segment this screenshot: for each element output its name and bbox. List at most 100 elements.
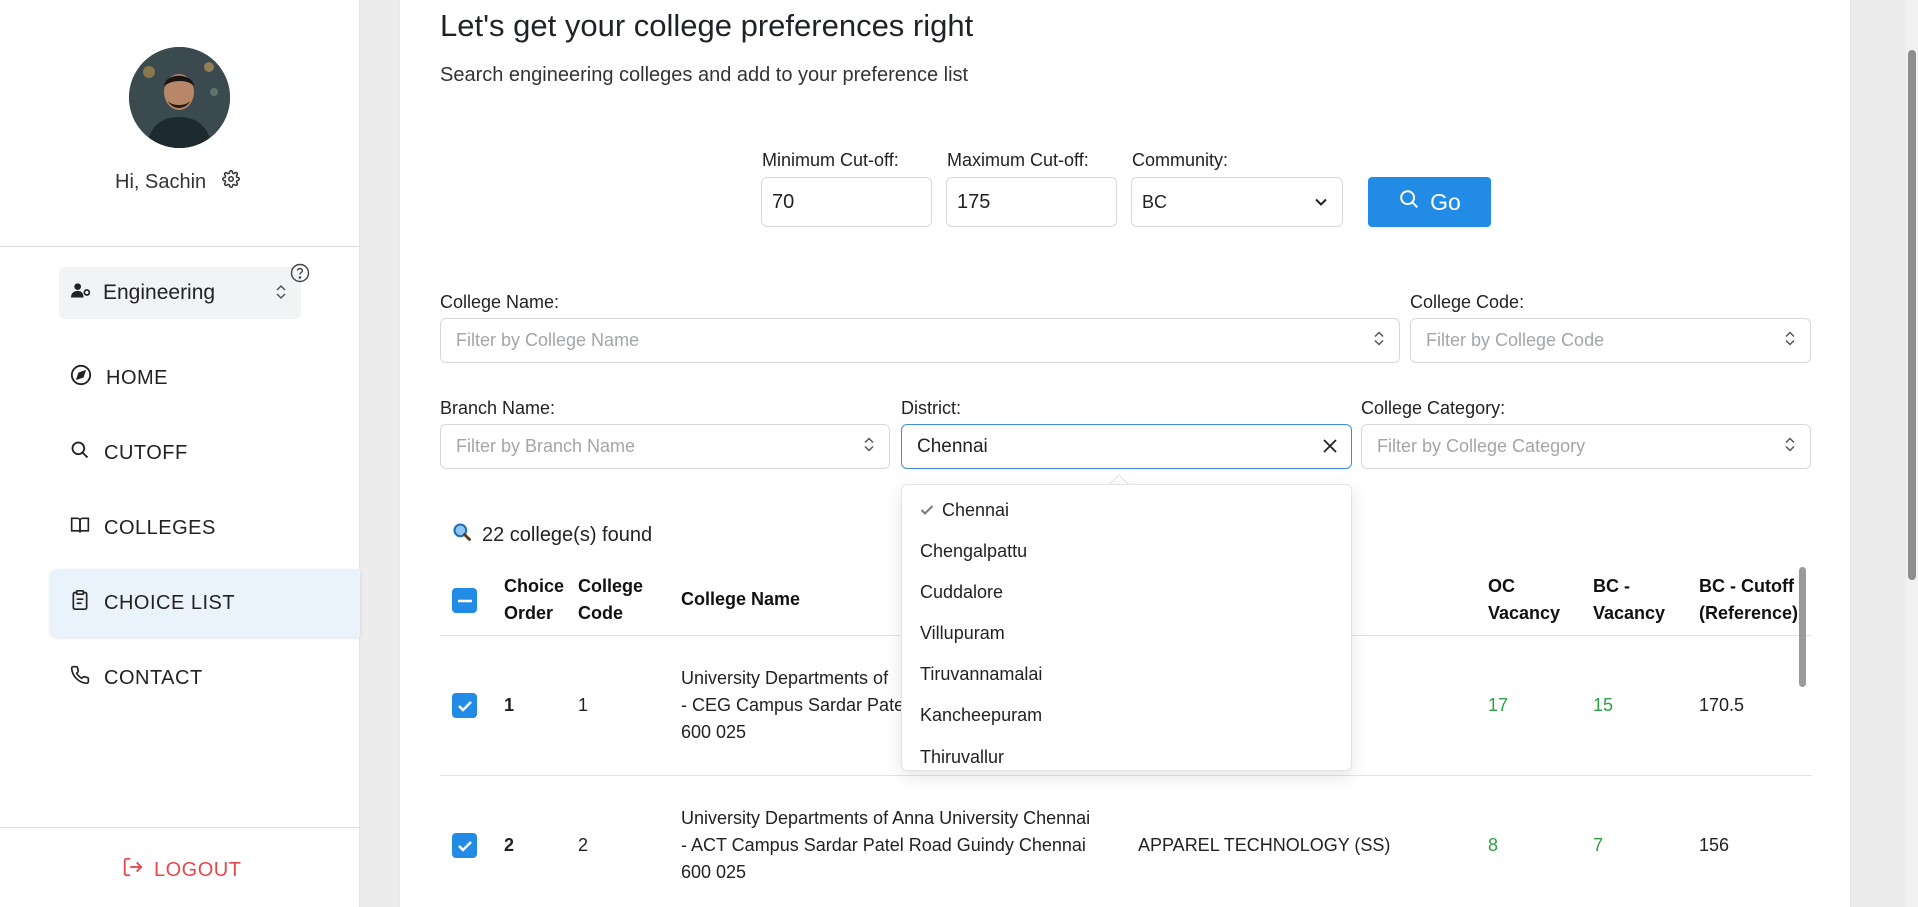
clipboard-icon xyxy=(70,589,90,617)
compass-icon xyxy=(70,364,92,392)
max-cutoff-label: Maximum Cut-off: xyxy=(947,150,1089,170)
close-icon[interactable] xyxy=(1321,437,1339,461)
community-label: Community: xyxy=(1132,150,1229,170)
branch-name-filter[interactable]: Filter by Branch Name xyxy=(440,424,890,469)
college-category-label: College Category: xyxy=(1361,398,1506,418)
branch-name-placeholder: Filter by Branch Name xyxy=(456,436,636,456)
header-text: College xyxy=(578,576,644,596)
min-cutoff-label: Minimum Cut-off: xyxy=(762,150,899,170)
sidebar-item-contact[interactable]: CONTACT xyxy=(50,644,360,712)
search-icon xyxy=(1398,188,1420,216)
row-checkbox[interactable] xyxy=(452,693,477,718)
cell-college-code: 2 xyxy=(578,835,589,855)
dropdown-option[interactable]: Cuddalore xyxy=(920,582,1003,603)
header-choice-order[interactable]: Choice Order xyxy=(504,573,564,627)
header-bc-vacancy[interactable]: BC - Vacancy xyxy=(1593,573,1665,627)
dropdown-option[interactable]: Thiruvallur xyxy=(920,747,1004,768)
chevron-updown-icon xyxy=(275,282,287,308)
search-icon xyxy=(70,440,90,466)
header-text: Order xyxy=(504,603,554,623)
book-icon xyxy=(70,515,90,541)
college-code-label: College Code: xyxy=(1410,292,1525,312)
cell-choice-order: 1 xyxy=(504,695,515,715)
dropdown-option-selected[interactable]: Chennai xyxy=(920,500,1009,521)
sidebar-bottom-divider xyxy=(0,827,360,828)
cell-bc-cutoff: 156 xyxy=(1699,835,1730,855)
sidebar-item-cutoff[interactable]: CUTOFF xyxy=(50,419,360,487)
dropdown-option[interactable]: Kancheepuram xyxy=(920,705,1042,726)
logout-button[interactable]: LOGOUT xyxy=(122,856,241,884)
chevron-updown-icon xyxy=(1373,329,1385,352)
college-code-filter[interactable]: Filter by College Code xyxy=(1410,318,1811,363)
chevron-updown-icon xyxy=(1784,435,1796,458)
cell-college-name: University Departments of Anna Universit… xyxy=(681,805,1090,886)
row-checkbox[interactable] xyxy=(452,833,477,858)
district-value: Chennai xyxy=(917,435,988,457)
results-count: 22 college(s) found xyxy=(452,522,652,548)
dropdown-option[interactable]: Chengalpattu xyxy=(920,541,1027,562)
greeting-text: Hi, Sachin xyxy=(115,170,207,193)
college-name-placeholder: Filter by College Name xyxy=(456,330,640,350)
header-oc-vacancy[interactable]: OC Vacancy xyxy=(1488,573,1560,627)
magnifier-icon xyxy=(452,522,472,548)
dropdown-option[interactable]: Villupuram xyxy=(920,623,1005,644)
go-button[interactable]: Go xyxy=(1368,177,1491,227)
select-all-checkbox[interactable] xyxy=(452,588,477,613)
phone-icon xyxy=(70,665,90,691)
college-code-placeholder: Filter by College Code xyxy=(1426,330,1605,350)
header-text: BC - Cutoff xyxy=(1699,576,1794,596)
district-dropdown: Chennai Chengalpattu Cuddalore Villupura… xyxy=(901,484,1352,771)
community-value: BC xyxy=(1142,191,1168,212)
stream-label: Engineering xyxy=(103,281,216,304)
header-text: OC xyxy=(1488,576,1515,596)
main-panel: Let's get your college preferences right… xyxy=(399,0,1851,907)
cell-line: 600 025 xyxy=(681,722,747,742)
gear-icon[interactable] xyxy=(222,170,241,194)
sidebar: Hi, Sachin Engineering HOME CUTOFF COLLE… xyxy=(0,0,360,907)
table-scrollbar[interactable] xyxy=(1799,567,1806,687)
sidebar-item-label: CHOICE LIST xyxy=(104,591,236,614)
cell-choice-order: 2 xyxy=(504,835,515,855)
avatar[interactable] xyxy=(129,47,230,148)
stream-select[interactable]: Engineering xyxy=(59,267,301,319)
logout-icon xyxy=(122,856,144,884)
header-text: Code xyxy=(578,603,623,623)
district-filter[interactable]: Chennai xyxy=(901,424,1352,469)
cell-college-code: 1 xyxy=(578,695,589,715)
header-text: BC - xyxy=(1593,576,1630,596)
greeting: Hi, Sachin xyxy=(115,170,241,194)
help-icon[interactable] xyxy=(290,263,310,288)
page-scrollbar-thumb[interactable] xyxy=(1908,50,1916,580)
chevron-down-icon xyxy=(1314,192,1328,213)
header-text: Vacancy xyxy=(1488,603,1561,623)
header-text: Choice xyxy=(504,576,565,596)
dropdown-option[interactable]: Tiruvannamalai xyxy=(920,664,1042,685)
header-college-name[interactable]: College Name xyxy=(681,586,800,613)
college-category-placeholder: Filter by College Category xyxy=(1377,436,1586,456)
cell-line: University Departments of Anna Universit… xyxy=(681,808,1091,828)
min-cutoff-input[interactable]: 70 xyxy=(761,177,932,227)
sidebar-item-home[interactable]: HOME xyxy=(50,344,360,412)
check-icon xyxy=(920,500,934,521)
max-cutoff-input[interactable]: 175 xyxy=(946,177,1117,227)
college-name-label: College Name: xyxy=(440,292,560,312)
sidebar-item-choice-list[interactable]: CHOICE LIST xyxy=(50,569,360,637)
table-row-divider xyxy=(440,775,1812,776)
header-text: Vacancy xyxy=(1593,603,1666,623)
cell-line: - CEG Campus Sardar Pate xyxy=(681,695,905,715)
college-name-filter[interactable]: Filter by College Name xyxy=(440,318,1400,363)
cell-branch-name: APPAREL TECHNOLOGY (SS) xyxy=(1138,835,1391,855)
page-subtitle: Search engineering colleges and add to y… xyxy=(440,64,969,86)
cell-line: University Departments of xyxy=(681,668,889,688)
college-category-filter[interactable]: Filter by College Category xyxy=(1361,424,1811,469)
cell-line: - ACT Campus Sardar Patel Road Guindy Ch… xyxy=(681,835,1086,855)
district-label: District: xyxy=(901,398,961,418)
community-select[interactable]: BC xyxy=(1131,177,1343,227)
header-college-code[interactable]: College Code xyxy=(578,573,643,627)
header-bc-cutoff[interactable]: BC - Cutoff (Reference) xyxy=(1699,573,1798,627)
sidebar-item-label: HOME xyxy=(106,366,168,389)
sidebar-item-label: COLLEGES xyxy=(104,516,216,539)
page-scrollbar[interactable] xyxy=(1906,0,1918,907)
cell-bc-vacancy: 15 xyxy=(1593,695,1614,715)
sidebar-item-colleges[interactable]: COLLEGES xyxy=(50,494,360,562)
